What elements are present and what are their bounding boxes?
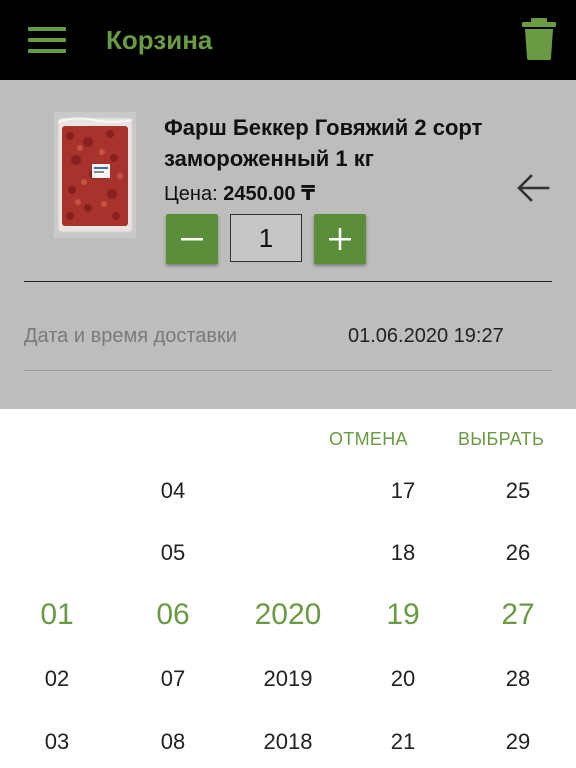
picker-minute-option[interactable]: 26	[468, 538, 568, 568]
plus-icon	[329, 228, 351, 250]
product-name: Фарш Беккер Говяжий 2 сорт замороженный …	[164, 115, 483, 171]
select-button[interactable]: ВЫБРАТЬ	[458, 428, 544, 450]
app-bar: Корзина	[0, 0, 576, 80]
picker-year-option[interactable]: 2020	[238, 597, 338, 633]
product-image	[54, 112, 136, 238]
item-divider	[24, 281, 552, 282]
picker-month-option[interactable]: 04	[123, 476, 223, 506]
price-label: Цена:	[164, 183, 218, 205]
datetime-picker	[0, 409, 576, 768]
picker-minute-option[interactable]: 25	[468, 476, 568, 506]
delivery-label: Дата и время доставки	[24, 325, 237, 347]
picker-hour-option[interactable]: 19	[353, 597, 453, 633]
picker-minute-option[interactable]: 27	[468, 597, 568, 633]
cancel-button[interactable]: ОТМЕНА	[329, 428, 408, 450]
picker-hour-option[interactable]: 21	[353, 727, 453, 757]
page-title: Корзина	[106, 25, 213, 55]
trash-icon[interactable]	[522, 18, 556, 60]
price-value: 2450.00 ₸	[223, 183, 315, 205]
picker-year-option[interactable]: 2019	[238, 664, 338, 694]
delivery-divider	[24, 370, 552, 371]
increase-quantity-button[interactable]	[314, 214, 366, 264]
picker-month-option[interactable]: 07	[123, 664, 223, 694]
picker-day-option[interactable]: 03	[7, 727, 107, 757]
picker-day-option[interactable]: 01	[7, 597, 107, 633]
decrease-quantity-button[interactable]	[166, 214, 218, 264]
delivery-datetime[interactable]: 01.06.2020 19:27	[348, 322, 504, 350]
picker-hour-option[interactable]: 20	[353, 664, 453, 694]
minus-icon	[181, 238, 203, 241]
picker-year-option[interactable]: 2018	[238, 727, 338, 757]
hamburger-menu-icon[interactable]	[28, 27, 66, 53]
picker-minute-option[interactable]: 28	[468, 664, 568, 694]
quantity-field[interactable]: 1	[230, 214, 302, 262]
picker-minute-option[interactable]: 29	[468, 727, 568, 757]
price-row: Цена: 2450.00 ₸	[164, 181, 315, 207]
picker-hour-option[interactable]: 17	[353, 476, 453, 506]
picker-month-option[interactable]: 08	[123, 727, 223, 757]
picker-day-option[interactable]: 02	[7, 664, 107, 694]
picker-month-option[interactable]: 06	[123, 597, 223, 633]
picker-month-option[interactable]: 05	[123, 538, 223, 568]
arrow-left-icon[interactable]	[516, 174, 550, 202]
picker-hour-option[interactable]: 18	[353, 538, 453, 568]
